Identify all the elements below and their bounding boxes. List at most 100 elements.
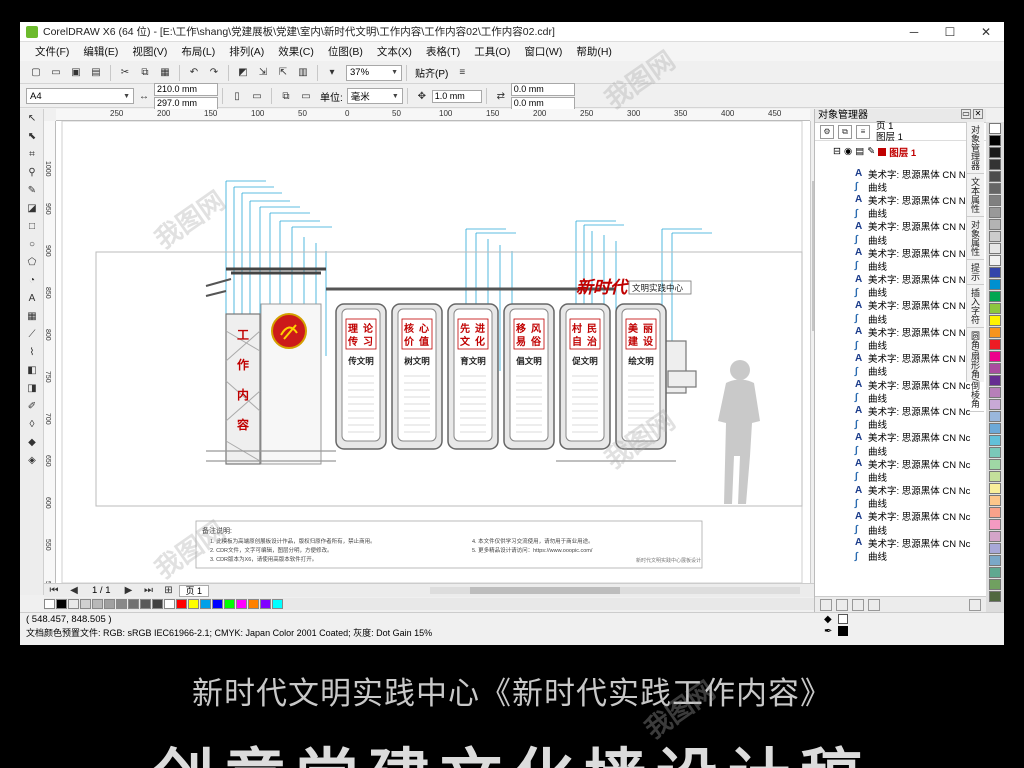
menu-view[interactable]: 视图(V)	[125, 44, 174, 59]
color-swatch[interactable]	[989, 567, 1001, 578]
color-swatch[interactable]	[989, 435, 1001, 446]
horizontal-scroll-thumb[interactable]	[470, 587, 620, 594]
text-tool-icon[interactable]: A	[22, 290, 42, 307]
expand-collapse-icon[interactable]: ⊟	[833, 146, 841, 157]
palette-swatch[interactable]	[92, 599, 103, 609]
color-swatch[interactable]	[989, 591, 1001, 602]
palette-swatch[interactable]	[56, 599, 67, 609]
zoom-level-select[interactable]: 37% ▼	[346, 64, 402, 81]
object-properties-icon[interactable]: ⚙	[820, 124, 834, 139]
outline-tool-icon[interactable]: ◊	[22, 416, 42, 433]
eyedropper-tool-icon[interactable]: ✐	[22, 398, 42, 415]
color-swatch[interactable]	[989, 423, 1001, 434]
export-icon[interactable]: ⇱	[275, 65, 291, 81]
docker-collapse-icon[interactable]: ▭	[961, 109, 971, 119]
object-row-artistic-text[interactable]: A 美术字: 思源黑体 CN Nc	[815, 325, 975, 338]
object-row-curve[interactable]: ∫ 曲线	[815, 338, 975, 352]
color-swatch[interactable]	[989, 363, 1001, 374]
color-swatch[interactable]	[989, 579, 1001, 590]
menu-layout[interactable]: 布局(L)	[174, 44, 222, 59]
object-row-curve[interactable]: ∫ 曲线	[815, 418, 975, 431]
object-row-artistic-text[interactable]: A 美术字: 思源黑体 CN Nc	[815, 536, 975, 549]
object-row-curve[interactable]: ∫ 曲线	[815, 549, 975, 563]
object-row-artistic-text[interactable]: A 美术字: 思源黑体 CN Nc	[815, 510, 975, 523]
shape-tool-icon[interactable]: ⬉	[22, 128, 42, 145]
palette-swatch[interactable]	[128, 599, 139, 609]
close-button[interactable]: ✕	[968, 22, 1004, 42]
color-swatch[interactable]	[989, 291, 1001, 302]
eye-icon[interactable]: ◉	[844, 146, 852, 157]
menu-window[interactable]: 窗口(W)	[517, 44, 569, 59]
palette-swatch[interactable]	[152, 599, 163, 609]
palette-swatch[interactable]	[176, 599, 187, 609]
page-width-field[interactable]: 210.0 mm	[154, 82, 218, 96]
color-swatch[interactable]	[989, 327, 1001, 338]
color-swatch[interactable]	[989, 351, 1001, 362]
layer-row[interactable]: ⊟ ◉ ▤ ✎ 图层 1	[815, 145, 986, 159]
object-row-artistic-text[interactable]: A 美术字: 思源黑体 CN Nc	[815, 457, 975, 470]
object-row-artistic-text[interactable]: A 美术字: 思源黑体 CN Nc	[815, 167, 975, 180]
docker-tab[interactable]: 插入字符	[967, 285, 984, 328]
minimize-button[interactable]: ─	[896, 22, 932, 42]
dimension-tool-icon[interactable]: ⟋	[22, 326, 42, 343]
color-swatch[interactable]	[989, 243, 1001, 254]
cut-icon[interactable]: ✂	[117, 65, 133, 81]
object-row-curve[interactable]: ∫ 曲线	[815, 523, 975, 536]
smart-fill-tool-icon[interactable]: ◪	[22, 200, 42, 217]
object-row-curve[interactable]: ∫ 曲线	[815, 470, 975, 483]
palette-swatch[interactable]	[44, 599, 55, 609]
last-page-icon[interactable]: ⏭	[141, 583, 157, 599]
color-swatch[interactable]	[989, 267, 1001, 278]
new-master-even-icon[interactable]	[868, 598, 880, 611]
add-page-icon[interactable]: ⊞	[161, 583, 177, 599]
color-swatch[interactable]	[989, 183, 1001, 194]
undo-icon[interactable]: ↶	[186, 65, 202, 81]
object-row-curve[interactable]: ∫ 曲线	[815, 180, 975, 193]
object-row-curve[interactable]: ∫ 曲线	[815, 444, 975, 457]
object-row-curve[interactable]: ∫ 曲线	[815, 391, 975, 404]
palette-swatch[interactable]	[212, 599, 223, 609]
menu-help[interactable]: 帮助(H)	[569, 44, 619, 59]
maximize-button[interactable]: ☐	[932, 22, 968, 42]
color-swatch[interactable]	[989, 339, 1001, 350]
docker-tab[interactable]: 圆角/扇形角/倒棱角	[967, 328, 984, 413]
duplicate-y-field[interactable]: 0.0 mm	[510, 96, 575, 110]
printer-icon[interactable]: ▤	[855, 146, 864, 157]
connector-tool-icon[interactable]: ⌇	[22, 344, 42, 361]
menu-effects[interactable]: 效果(C)	[271, 44, 321, 59]
paste-icon[interactable]: ▦	[157, 65, 173, 81]
duplicate-x-field[interactable]: 0.0 mm	[510, 82, 575, 96]
palette-swatch[interactable]	[188, 599, 199, 609]
palette-swatch[interactable]	[140, 599, 151, 609]
palette-swatch[interactable]	[116, 599, 127, 609]
layer-manager-icon[interactable]: ≡	[856, 124, 870, 139]
palette-swatch[interactable]	[104, 599, 115, 609]
palette-swatch[interactable]	[272, 599, 283, 609]
edit-across-layers-icon[interactable]: ⧉	[838, 124, 852, 139]
color-swatch[interactable]	[989, 483, 1001, 494]
palette-swatch[interactable]	[248, 599, 259, 609]
fill-tool-icon[interactable]: ◆	[22, 434, 42, 451]
object-row-curve[interactable]: ∫ 曲线	[815, 365, 975, 378]
object-row-curve[interactable]: ∫ 曲线	[815, 286, 975, 299]
first-page-icon[interactable]: ⏮	[46, 583, 62, 599]
new-master-odd-icon[interactable]	[852, 598, 864, 611]
color-swatch[interactable]	[989, 447, 1001, 458]
current-page-icon[interactable]: ▭	[298, 88, 314, 104]
color-swatch[interactable]	[989, 123, 1001, 134]
object-row-curve[interactable]: ∫ 曲线	[815, 233, 975, 246]
app-launcher-icon[interactable]: ▾	[324, 65, 340, 81]
color-swatch[interactable]	[989, 147, 1001, 158]
menu-edit[interactable]: 编辑(E)	[76, 44, 125, 59]
new-document-icon[interactable]: ▢	[28, 65, 44, 81]
object-row-curve[interactable]: ∫ 曲线	[815, 312, 975, 325]
zoom-tool-icon[interactable]: ⚲	[22, 164, 42, 181]
color-swatch[interactable]	[989, 231, 1001, 242]
palette-swatch[interactable]	[200, 599, 211, 609]
crop-tool-icon[interactable]: ⌗	[22, 146, 42, 163]
color-swatch[interactable]	[989, 135, 1001, 146]
basic-shapes-tool-icon[interactable]: ◔	[22, 272, 42, 289]
pencil-icon[interactable]: ✎	[867, 146, 875, 157]
fill-outline-indicator[interactable]: ◆ ✒	[820, 612, 860, 640]
color-swatch[interactable]	[989, 387, 1001, 398]
